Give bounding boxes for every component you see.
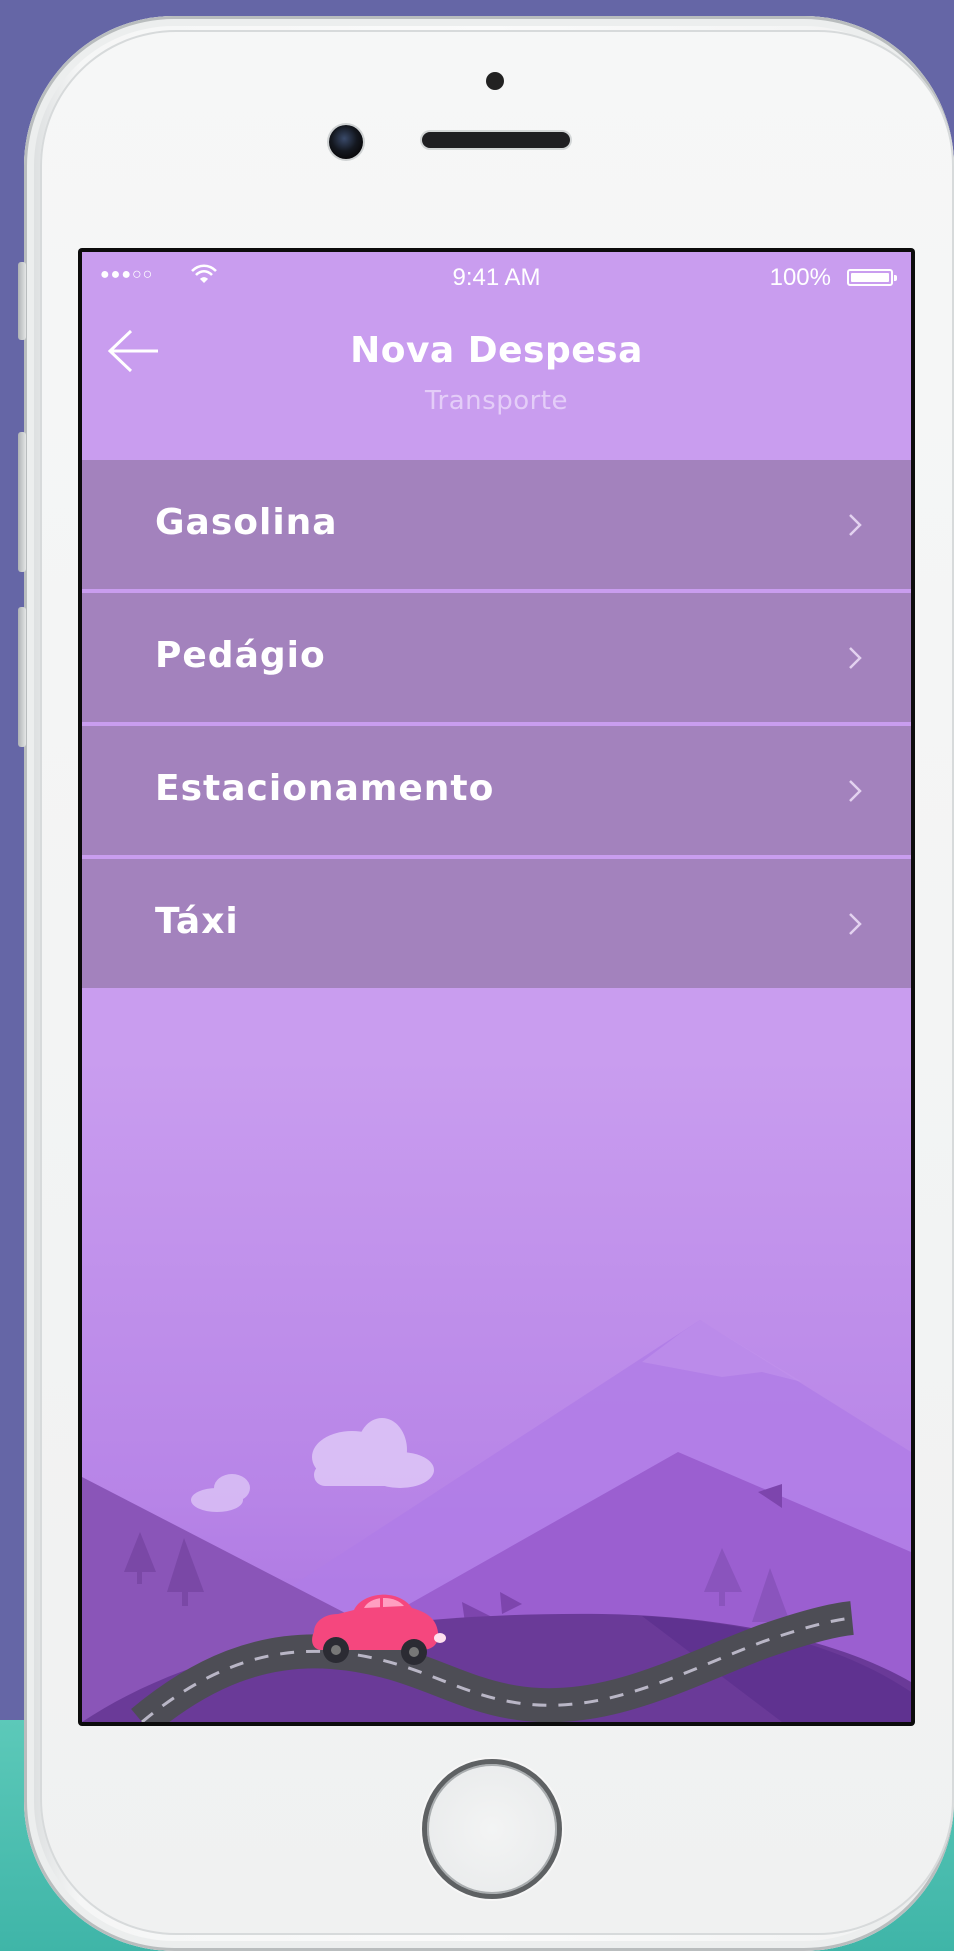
list-item-pedagio[interactable]: Pedágio: [82, 593, 911, 722]
volume-down-button: [18, 607, 26, 747]
expense-type-list: Gasolina Pedágio Estacionamento Táxi: [82, 460, 911, 992]
page-subtitle: Transporte: [425, 386, 568, 416]
chevron-right-icon: [849, 780, 862, 802]
home-button[interactable]: [422, 1759, 562, 1899]
battery-icon: [847, 269, 897, 286]
battery-level: [851, 273, 889, 282]
list-item-label: Gasolina: [155, 502, 338, 543]
list-item-taxi[interactable]: Táxi: [82, 859, 911, 988]
mute-switch: [18, 262, 26, 340]
list-item-gasolina[interactable]: Gasolina: [82, 460, 911, 589]
page-title: Nova Despesa: [350, 330, 643, 371]
phone-screen: ●●●○○ 9:41 AM 100% Nova Despesa Transpor…: [78, 248, 915, 1726]
list-item-label: Pedágio: [155, 635, 326, 676]
earpiece-speaker: [422, 132, 570, 148]
chevron-right-icon: [849, 647, 862, 669]
battery-percentage: 100%: [769, 264, 831, 291]
navigation-header: Nova Despesa Transporte: [82, 302, 911, 454]
list-item-label: Táxi: [155, 901, 239, 942]
app-display: ●●●○○ 9:41 AM 100% Nova Despesa Transpor…: [82, 252, 911, 1722]
list-item-label: Estacionamento: [155, 768, 495, 809]
list-item-estacionamento[interactable]: Estacionamento: [82, 726, 911, 855]
chevron-right-icon: [849, 913, 862, 935]
chevron-right-icon: [849, 514, 862, 536]
status-bar: ●●●○○ 9:41 AM 100%: [82, 252, 911, 302]
front-camera: [329, 125, 363, 159]
proximity-sensor: [486, 72, 504, 90]
volume-up-button: [18, 432, 26, 572]
